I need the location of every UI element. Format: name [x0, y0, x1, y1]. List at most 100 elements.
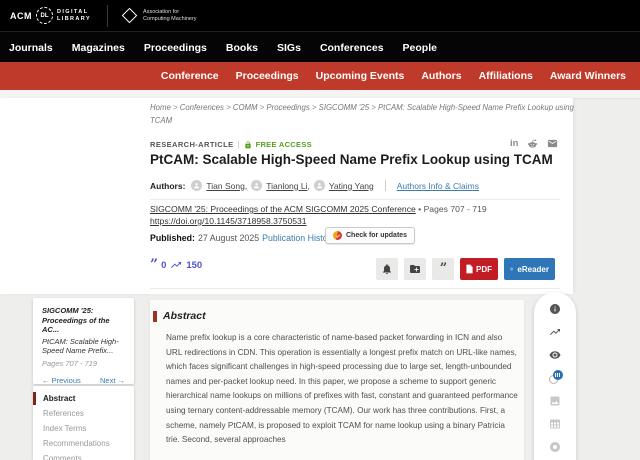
- nav-sigs[interactable]: SIGs: [277, 42, 301, 54]
- pages-label: Pages 707 - 719: [424, 204, 487, 214]
- authors-divider: [385, 180, 386, 191]
- pdf-button[interactable]: PDF: [460, 258, 498, 280]
- ereader-button[interactable]: eReader: [504, 258, 555, 280]
- figures-icon[interactable]: [549, 394, 562, 407]
- open-lock-icon: [244, 141, 252, 149]
- subnav-authors[interactable]: Authors: [421, 70, 461, 82]
- sidebar-item-recommendations[interactable]: Recommendations: [33, 436, 134, 451]
- arrow-right-icon: →: [118, 376, 126, 385]
- arrow-left-icon: ←: [42, 376, 50, 385]
- sidebar-item-references[interactable]: References: [33, 406, 134, 421]
- check-for-updates-button[interactable]: Check for updates: [325, 227, 415, 244]
- sidebar-item-index-terms[interactable]: Index Terms: [33, 421, 134, 436]
- abstract-text: Name prefix lookup is a core characteris…: [166, 331, 518, 448]
- author-avatar: [191, 180, 202, 191]
- add-to-collection-button[interactable]: [404, 258, 426, 280]
- email-share-icon[interactable]: [547, 138, 558, 149]
- abstract-heading-row: Abstract: [153, 310, 206, 322]
- subnav-award-winners[interactable]: Award Winners: [550, 70, 626, 82]
- article-metrics: ” 0 150: [150, 259, 202, 271]
- context-paper-title: PtCAM: Scalable High-Speed Name Prefix..…: [42, 337, 125, 356]
- breadcrumb: HomeConferencesCOMMProceedingsSIGCOMM '2…: [150, 102, 595, 127]
- reddit-share-icon[interactable]: [527, 138, 538, 149]
- acm-logo-text: ACM: [10, 11, 32, 21]
- abstract-heading: Abstract: [163, 310, 206, 322]
- subnav-affiliations[interactable]: Affiliations: [479, 70, 533, 82]
- cite-quote-icon: ”: [440, 265, 446, 273]
- authors-label: Authors:: [150, 181, 185, 191]
- doi-row: https://doi.org/10.1145/3718958.3750531: [150, 216, 307, 226]
- eye-icon[interactable]: [549, 348, 562, 361]
- free-access-label: FREE ACCESS: [256, 140, 312, 149]
- conference-subnav: Conference Proceedings Upcoming Events A…: [0, 62, 640, 90]
- author-link-tianlong-li[interactable]: Tianlong Li,: [266, 181, 310, 191]
- social-share-row: in: [510, 138, 558, 149]
- cite-button[interactable]: ”: [432, 258, 454, 280]
- divider: [150, 199, 560, 200]
- nav-journals[interactable]: Journals: [9, 42, 53, 54]
- venue-link[interactable]: SIGCOMM '25: Proceedings of the ACM SIGC…: [150, 204, 416, 214]
- acm-diamond-icon: [122, 8, 138, 24]
- type-separator: |: [237, 140, 239, 149]
- logo-divider: [107, 5, 108, 27]
- altmetric-badge-icon[interactable]: [549, 371, 562, 384]
- nav-people[interactable]: People: [403, 42, 437, 54]
- article-type-label: RESEARCH-ARTICLE: [150, 140, 233, 149]
- author-link-tian-song[interactable]: Tian Song,: [206, 181, 247, 191]
- next-paper-link[interactable]: Next →: [100, 376, 125, 385]
- breadcrumb-sigcomm-25[interactable]: SIGCOMM '25: [310, 103, 369, 112]
- author-link-yating-yang[interactable]: Yating Yang: [329, 181, 374, 191]
- bullet-separator: •: [418, 204, 421, 214]
- venue-row: SIGCOMM '25: Proceedings of the ACM SIGC…: [150, 204, 487, 214]
- breadcrumb-proceedings[interactable]: Proceedings: [258, 103, 310, 112]
- context-pages: Pages 707 - 719: [42, 359, 125, 368]
- previous-paper-link[interactable]: ← Previous: [42, 376, 81, 385]
- citation-quote-icon: ”: [150, 261, 157, 270]
- subnav-upcoming-events[interactable]: Upcoming Events: [316, 70, 405, 82]
- breadcrumb-home[interactable]: Home: [150, 103, 171, 112]
- downloads-trend-icon: [170, 259, 182, 271]
- floating-toolbar: [534, 292, 576, 460]
- downloads-count: 150: [186, 260, 202, 271]
- published-date: 27 August 2025: [198, 233, 259, 243]
- breadcrumb-conferences[interactable]: Conferences: [171, 103, 224, 112]
- subnav-proceedings[interactable]: Proceedings: [236, 70, 299, 82]
- context-venue-title[interactable]: SIGCOMM '25: Proceedings of the AC...: [42, 306, 125, 335]
- acm-association-logo[interactable]: Association forComputing Machinery: [122, 9, 197, 22]
- altmetric-count-badge: [553, 370, 563, 380]
- sidebar-item-abstract[interactable]: Abstract: [33, 391, 134, 406]
- authors-info-claims-link[interactable]: Authors Info & Claims: [397, 181, 479, 191]
- nav-books[interactable]: Books: [226, 42, 258, 54]
- citation-count: 0: [161, 260, 166, 271]
- section-accent-bar: [153, 311, 157, 322]
- nav-magazines[interactable]: Magazines: [72, 42, 125, 54]
- info-icon[interactable]: [549, 302, 562, 315]
- tables-icon[interactable]: [549, 417, 562, 430]
- divider: [150, 288, 560, 289]
- linkedin-share-icon[interactable]: in: [510, 138, 518, 149]
- pdf-file-icon: [466, 264, 473, 274]
- metrics-icon[interactable]: [549, 325, 562, 338]
- published-label: Published:: [150, 233, 195, 243]
- ereader-icon: [510, 264, 513, 274]
- breadcrumb-comm[interactable]: COMM: [224, 103, 258, 112]
- author-avatar: [251, 180, 262, 191]
- nav-conferences[interactable]: Conferences: [320, 42, 384, 54]
- acm-dl-logo[interactable]: ACM DL DIGITALLIBRARY: [10, 7, 91, 24]
- doi-link[interactable]: https://doi.org/10.1145/3718958.3750531: [150, 216, 307, 226]
- subnav-conference[interactable]: Conference: [161, 70, 219, 82]
- alerts-bell-button[interactable]: [376, 258, 398, 280]
- published-row: Published: 27 August 2025 Publication Hi…: [150, 233, 335, 243]
- article-title: PtCAM: Scalable High-Speed Name Prefix L…: [150, 152, 553, 167]
- sidebar-item-comments[interactable]: Comments: [33, 451, 134, 460]
- article-section-nav: Abstract References Index Terms Recommen…: [33, 386, 134, 460]
- nav-proceedings[interactable]: Proceedings: [144, 42, 207, 54]
- dl-gear-icon: DL: [36, 7, 53, 24]
- digital-library-text: DIGITALLIBRARY: [57, 9, 91, 23]
- proceedings-context-card: SIGCOMM '25: Proceedings of the AC... Pt…: [33, 298, 134, 384]
- primary-nav: Journals Magazines Proceedings Books SIG…: [0, 31, 640, 63]
- top-header: ACM DL DIGITALLIBRARY Association forCom…: [0, 0, 640, 62]
- association-text: Association forComputing Machinery: [143, 9, 197, 22]
- logo-row: ACM DL DIGITALLIBRARY Association forCom…: [0, 0, 640, 31]
- media-icon[interactable]: [549, 440, 562, 453]
